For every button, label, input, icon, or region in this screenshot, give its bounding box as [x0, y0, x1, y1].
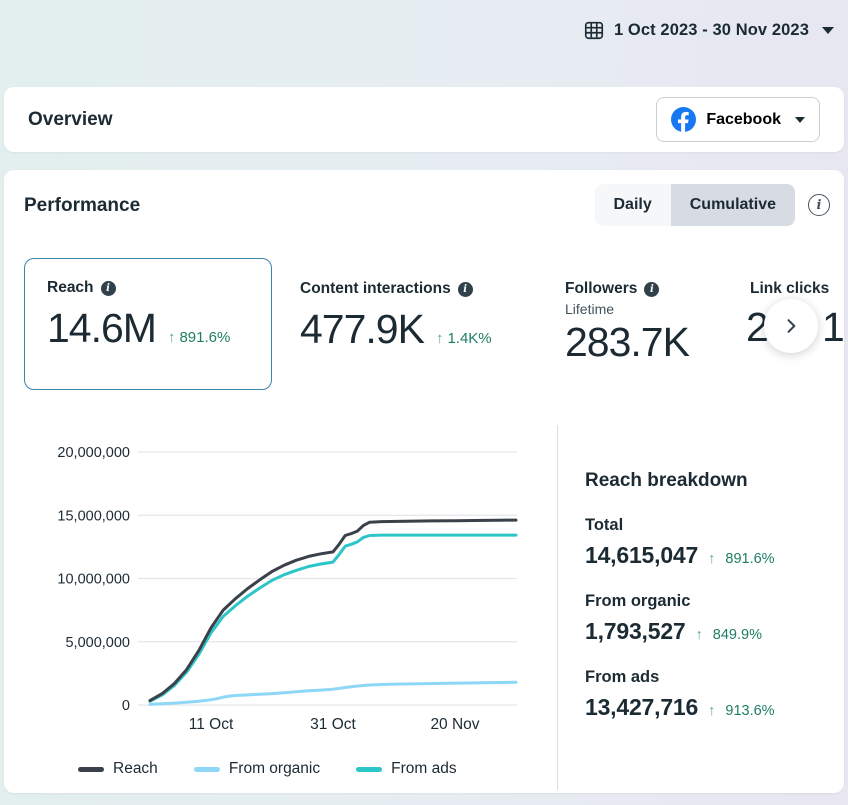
chevron-down-icon: [822, 27, 834, 34]
breakdown-change: 891.6%: [725, 551, 774, 567]
page-title: Overview: [28, 109, 113, 131]
breakdown-row-from-ads: From ads 13,427,716 ↑ 913.6%: [585, 668, 835, 721]
metric-label-reach: Reach: [47, 279, 94, 297]
chevron-right-icon: [781, 316, 801, 336]
legend-label: From ads: [391, 760, 456, 778]
performance-section: Performance Daily Cumulative i Reach i 1…: [4, 170, 844, 793]
chevron-down-icon: [795, 117, 805, 123]
breakdown-value: 13,427,716: [585, 694, 698, 721]
chart-legend: Reach From organic From ads: [78, 760, 457, 778]
breakdown-label: From ads: [585, 668, 835, 687]
info-icon: i: [458, 282, 473, 297]
up-arrow-icon: ↑: [436, 330, 444, 347]
facebook-logo-icon: [671, 107, 696, 132]
next-metrics-button[interactable]: [764, 299, 818, 353]
legend-item-from-organic[interactable]: From organic: [194, 760, 320, 778]
breakdown-row-from-organic: From organic 1,793,527 ↑ 849.9%: [585, 592, 835, 645]
breakdown-value: 1,793,527: [585, 618, 686, 645]
metrics-row: Reach i 14.6M ↑ 891.6% Content interacti…: [4, 170, 844, 430]
breakdown-title: Reach breakdown: [585, 470, 835, 492]
metric-card-followers[interactable]: Followers i Lifetime 283.7K: [565, 280, 689, 366]
reach-line-swatch: [78, 767, 104, 772]
svg-text:5,000,000: 5,000,000: [65, 635, 130, 651]
up-arrow-icon: ↑: [708, 551, 715, 567]
metric-label-link-clicks: Link clicks: [750, 280, 829, 298]
from-ads-line-swatch: [356, 767, 382, 772]
metric-value-link-clicks-partial: 1: [822, 304, 844, 351]
date-range-label: 1 Oct 2023 - 30 Nov 2023: [614, 21, 809, 40]
info-icon: i: [101, 281, 116, 296]
calendar-icon: [583, 19, 605, 41]
svg-text:10,000,000: 10,000,000: [57, 572, 130, 588]
svg-text:15,000,000: 15,000,000: [57, 508, 130, 524]
metric-value-content-interactions: 477.9K: [300, 306, 424, 353]
svg-text:20,000,000: 20,000,000: [57, 445, 130, 461]
up-arrow-icon: ↑: [168, 329, 176, 346]
breakdown-row-total: Total 14,615,047 ↑ 891.6%: [585, 516, 835, 569]
metric-value-reach: 14.6M: [47, 305, 156, 352]
info-icon: i: [644, 282, 659, 297]
metric-change-content-interactions: 1.4K%: [447, 330, 491, 347]
svg-text:20 Nov: 20 Nov: [430, 716, 479, 733]
legend-item-from-ads[interactable]: From ads: [356, 760, 456, 778]
legend-label: Reach: [113, 760, 158, 778]
svg-text:11 Oct: 11 Oct: [189, 716, 234, 733]
breakdown-change: 913.6%: [725, 703, 774, 719]
metric-sublabel-followers: Lifetime: [565, 301, 689, 317]
reach-breakdown-panel: Reach breakdown Total 14,615,047 ↑ 891.6…: [585, 470, 835, 744]
up-arrow-icon: ↑: [708, 703, 715, 719]
vertical-divider: [557, 425, 558, 790]
breakdown-value: 14,615,047: [585, 542, 698, 569]
top-bar: 1 Oct 2023 - 30 Nov 2023: [0, 0, 848, 87]
metric-card-reach[interactable]: Reach i 14.6M ↑ 891.6%: [24, 258, 272, 390]
metric-card-content-interactions[interactable]: Content interactions i 477.9K ↑ 1.4K%: [300, 280, 492, 353]
overview-bar: Overview Facebook: [4, 87, 844, 152]
up-arrow-icon: ↑: [696, 627, 703, 643]
date-range-selector[interactable]: 1 Oct 2023 - 30 Nov 2023: [583, 13, 834, 47]
svg-text:31 Oct: 31 Oct: [310, 716, 356, 733]
platform-selector-button[interactable]: Facebook: [656, 97, 820, 142]
metric-change-reach: 891.6%: [179, 329, 230, 346]
svg-text:0: 0: [122, 698, 130, 714]
legend-item-reach[interactable]: Reach: [78, 760, 158, 778]
breakdown-change: 849.9%: [713, 627, 762, 643]
breakdown-label: Total: [585, 516, 835, 535]
metric-value-followers: 283.7K: [565, 319, 689, 366]
breakdown-label: From organic: [585, 592, 835, 611]
metric-label-content-interactions: Content interactions: [300, 280, 451, 298]
reach-line-chart: 0 5,000,000 10,000,000 15,000,000 20,000,000…: [20, 428, 555, 733]
metric-label-followers: Followers: [565, 280, 637, 298]
legend-label: From organic: [229, 760, 320, 778]
from-organic-line-swatch: [194, 767, 220, 772]
platform-selector-label: Facebook: [706, 111, 781, 129]
